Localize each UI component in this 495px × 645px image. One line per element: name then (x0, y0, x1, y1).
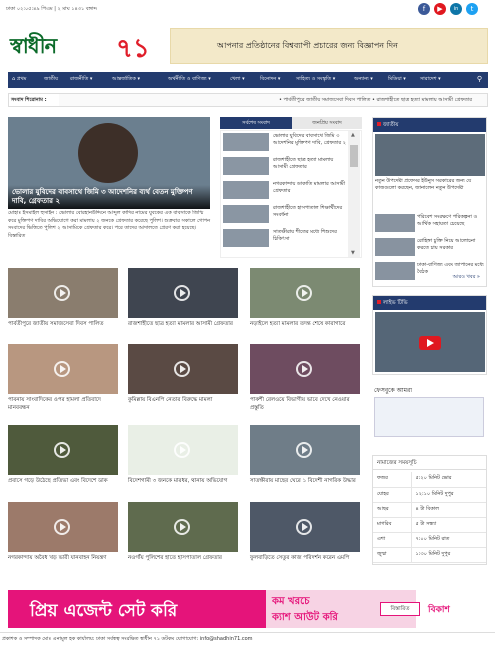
facebook-icon[interactable]: f (418, 3, 430, 15)
thumbnail (223, 205, 269, 223)
thumbnail (223, 133, 269, 151)
facebook-widget: ফেসবুকে আমরা (372, 385, 487, 440)
banner-details-button[interactable]: বিস্তারিত (380, 602, 420, 616)
twitter-icon[interactable]: t (466, 3, 478, 15)
site-logo[interactable]: স্বাধীন ৭১ (8, 28, 168, 66)
national-section: জাতীয় নতুন উপদেষ্টা প্রফেসর ইউনুস সরকার… (372, 117, 487, 287)
list-item[interactable]: ভোলার যুবিদের বাবসাথে জিমি ৩ আদেশনির মুক… (223, 131, 351, 153)
scroll-down-icon[interactable]: ▼ (351, 250, 355, 256)
main-nav: ⌂ প্রথম জাতীয় রাজনীতি ▾ আন্তর্জাতিক ▾ অ… (8, 72, 488, 88)
play-icon[interactable] (54, 361, 70, 377)
play-icon[interactable] (54, 442, 70, 458)
ticker-label: সংবাদ শিরোনাম : (9, 94, 59, 106)
list-item[interactable]: পরিবেশ সংরক্ষণে পরিকল্পনা ও আর্থিক সহায়… (375, 214, 485, 234)
search-icon[interactable]: ⚲ (477, 75, 482, 83)
play-icon[interactable] (174, 285, 190, 301)
lead-photo-subject (78, 123, 138, 183)
section-header: লাইভ টিভি (373, 296, 486, 310)
lead-summary: মোহাঃ ইসমাইল হুসাইন : ভোলার বোরহানউদ্দিন… (8, 210, 211, 239)
nav-item-home[interactable]: ⌂ প্রথম (12, 76, 27, 84)
facebook-widget-label: ফেসবুকে আমরা (374, 387, 413, 394)
nav-item-politics[interactable]: রাজনীতি ▾ (70, 76, 92, 84)
play-icon[interactable] (296, 519, 312, 535)
play-icon[interactable] (54, 285, 70, 301)
list-item[interactable]: সাতক্ষীরায় শীতের মধ্যে শিশুদের চিকিৎসা (223, 227, 351, 249)
bkash-logo: বিকাশ (428, 605, 450, 615)
table-row: যোহর ১২:১০ মিনিট দুপুর (373, 487, 486, 503)
live-tv-section: লাইভ টিভি (372, 295, 487, 375)
site-header: স্বাধীন ৭১ আপনার প্রতিষ্ঠানের বিশ্বব্যাপ… (0, 22, 495, 70)
play-icon[interactable] (296, 361, 312, 377)
nav-item-national[interactable]: জাতীয় (44, 76, 58, 84)
table-row: জুম্মা ১:৩০ মিনিট দুপুর (373, 547, 486, 563)
nav-item-literature[interactable]: সাহিত্য ও সংস্কৃতি ▾ (296, 76, 335, 84)
youtube-icon[interactable]: ▶ (434, 3, 446, 15)
list-item[interactable]: রাজশাহীতে ছাত্র হত্যা মামলায় আসামী গ্রে… (223, 155, 351, 177)
nav-item-others[interactable]: অন্যান্য ▾ (354, 76, 373, 84)
facebook-page-embed[interactable] (374, 397, 484, 437)
section-lead-title[interactable]: নতুন উপদেষ্টা প্রফেসর ইউনুস সরকারের জন্য… (375, 178, 485, 192)
banner-left: প্রিয় এজেন্ট সেট করি (8, 590, 266, 628)
thumbnail (223, 181, 269, 199)
table-row: মাগরিব ৫ টা সন্ধ্যা (373, 517, 486, 533)
square-icon (377, 122, 381, 126)
top-bar: ঢাকা ০২:০৫:৪৯ পিএম | ২ মাঘ ১৪৩১ বঙ্গাব্দ… (0, 0, 495, 22)
list-item[interactable]: নগরকান্দায় ডাকাতি মামলার আসামী গ্রেফতার (223, 179, 351, 201)
play-icon[interactable] (174, 442, 190, 458)
thumbnail (375, 238, 415, 256)
play-icon[interactable] (296, 442, 312, 458)
header-ad-banner[interactable]: আপনার প্রতিষ্ঠানের বিশ্বব্যাপী প্রচারের … (170, 28, 488, 64)
nav-item-economy[interactable]: অর্থনীতি ও বাণিজ্য ▾ (168, 76, 211, 84)
play-icon[interactable] (174, 361, 190, 377)
nav-item-media[interactable]: মিডিয়া ▾ (388, 76, 406, 84)
scroll-up-icon[interactable]: ▲ (351, 132, 355, 138)
prayer-header: নামাজের সময়সূচি (373, 456, 486, 470)
linkedin-icon[interactable]: in (450, 3, 462, 15)
news-tabs: সর্বশেষ সংবাদ জনপ্রিয় সংবাদ (220, 117, 362, 129)
table-row: এশা ৭:০০ মিনিট রাত (373, 532, 486, 548)
nav-item-sports[interactable]: খেলা ▾ (230, 76, 245, 84)
thumbnail (375, 262, 415, 280)
thumbnail (375, 214, 415, 232)
nav-item-country[interactable]: সারাদেশ ▾ (420, 76, 441, 84)
play-icon[interactable] (174, 519, 190, 535)
scrollbar-thumb[interactable] (350, 145, 358, 167)
news-ticker: সংবাদ শিরোনাম : • পার্বতীপুরে জাতীয় সমা… (8, 93, 488, 107)
footer-ticker: প্রকাশক ও সম্পাদক মোঃ এনামুল হক কার্যালয… (0, 632, 495, 645)
nav-item-entertainment[interactable]: বিনোদন ▾ (260, 76, 280, 84)
section-lead-image[interactable] (375, 134, 485, 176)
list-item[interactable]: রাজশাহীতে হাসপাতাল শিক্ষার্থীদের সংবর্ধন… (223, 203, 351, 225)
section-header: জাতীয় (373, 118, 486, 132)
tab-popular[interactable]: জনপ্রিয় সংবাদ (292, 117, 362, 129)
scrollbar[interactable]: ▲ ▼ (348, 131, 360, 257)
tab-latest[interactable]: সর্বশেষ সংবাদ (220, 117, 292, 129)
list-item[interactable]: রোহিঙ্গা চুক্তি নিয়ে আলোচনা করতে চায় স… (375, 238, 485, 258)
table-row: ফজর ৫:২০ মিনিট ভোর (373, 472, 486, 488)
play-icon[interactable] (296, 285, 312, 301)
lead-caption[interactable]: ভোলার যুবিদের বাবসাথে জিমি ৩ আদেশনির ব্য… (8, 184, 210, 209)
date-text: ঢাকা ০২:০৫:৪৯ পিএম | ২ মাঘ ১৪৩১ বঙ্গাব্দ (6, 6, 97, 12)
nav-item-international[interactable]: আন্তর্জাতিক ▾ (112, 76, 140, 84)
play-icon[interactable] (54, 519, 70, 535)
bkash-ad-banner[interactable]: প্রিয় এজেন্ট সেট করি কম খরচে ক্যাশ আউট … (8, 590, 484, 628)
live-video-player[interactable] (375, 312, 485, 372)
latest-news-list: ভোলার যুবিদের বাবসাথে জিমি ৩ আদেশনির মুক… (220, 130, 362, 258)
prayer-times: নামাজের সময়সূচি ফজর ৫:২০ মিনিট ভোর যোহর ১… (372, 455, 487, 565)
ticker-text[interactable]: • পার্বতীপুরে জাতীয় সমাজসেবা দিবস পালিত… (279, 97, 472, 105)
thumbnail (223, 157, 269, 175)
more-news-link[interactable]: আরও খবর » (453, 274, 480, 282)
youtube-play-icon[interactable] (419, 336, 441, 350)
prayer-table: ফজর ৫:২০ মিনিট ভোর যোহর ১২:১০ মিনিট দুপুর … (373, 472, 486, 563)
table-row: আছর ৪ টা বিকাল (373, 502, 486, 518)
thumbnail (223, 229, 269, 247)
lead-story-image[interactable]: ভোলার যুবিদের বাবসাথে জিমি ৩ আদেশনির ব্য… (8, 117, 210, 209)
square-icon (377, 300, 381, 304)
